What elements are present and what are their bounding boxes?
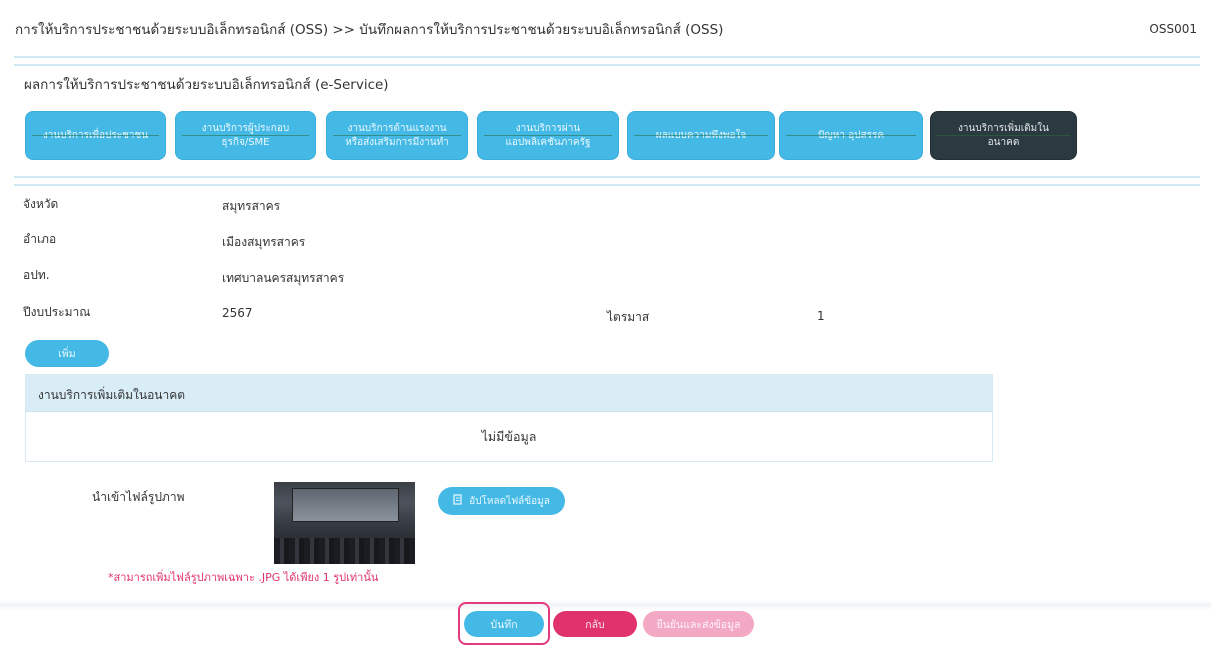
lao-value: เทศบาลนครสมุทรสาคร (222, 271, 345, 285)
empty-state-text: ไม่มีข้อมูล (481, 429, 537, 444)
tab-label-line: งานบริการเพิ่มเติมใน (958, 123, 1049, 134)
upload-note: *สามารถเพิ่มไฟล์รูปภาพเฉพาะ .JPG ได้เพีย… (108, 571, 379, 584)
thumbnail-audience-shape (274, 538, 415, 564)
fiscal-year-label: ปีงบประมาณ (23, 305, 91, 319)
tab-label: งานบริการด้านแรงงานหรือส่งเสริมการมีงานท… (333, 122, 461, 149)
tab-labour[interactable]: งานบริการด้านแรงงานหรือส่งเสริมการมีงานท… (326, 111, 468, 160)
tab-label-line: ธุรกิจ/SME (221, 136, 270, 148)
tab-label: งานบริการผู้ประกอบธุรกิจ/SME (190, 122, 301, 149)
quarter-value: 1 (817, 309, 825, 323)
district-label: อำเภอ (23, 232, 57, 246)
tab-gov-app[interactable]: งานบริการผ่านแอปพลิเคชันภาครัฐ (477, 111, 619, 160)
tab-future-services[interactable]: งานบริการเพิ่มเติมในอนาคต (930, 111, 1077, 160)
tab-label-line: งานบริการผ่าน (515, 123, 581, 134)
confirm-submit-button[interactable]: ยืนยันและส่งข้อมูล (643, 611, 754, 637)
tab-label-line: งานบริการผู้ประกอบ (201, 123, 290, 134)
save-button[interactable]: บันทึก (464, 611, 544, 637)
thumbnail-screen-shape (292, 488, 399, 522)
lao-label: อปท. (23, 268, 50, 282)
panel-title: ผลการให้บริการประชาชนด้วยระบบอิเล็กทรอนิ… (24, 77, 389, 93)
screen-code: OSS001 (1149, 22, 1197, 36)
fiscal-year-value: 2567 (222, 306, 253, 320)
tab-public-service[interactable]: งานบริการเพื่อประชาชน (25, 111, 166, 160)
upload-file-icon (453, 494, 463, 508)
tab-label-line: แอปพลิเคชันภาครัฐ (505, 136, 591, 148)
table-header-label: งานบริการเพิ่มเติมในอนาคต (38, 388, 186, 402)
top-bar: การให้บริการประชาชนด้วยระบบอิเล็กทรอนิกส… (0, 0, 1211, 58)
eservice-panel: ผลการให้บริการประชาชนด้วยระบบอิเล็กทรอนิ… (14, 64, 1200, 178)
quarter-label: ไตรมาส (607, 310, 650, 324)
tab-satisfaction[interactable]: ผลแบบความพึงพอใจ (627, 111, 775, 160)
tab-label-line: ผลแบบความพึงพอใจ (655, 129, 747, 141)
tab-label-line: อนาคต (987, 136, 1020, 148)
tab-label: งานบริการเพิ่มเติมในอนาคต (946, 122, 1061, 149)
future-services-table: งานบริการเพิ่มเติมในอนาคต ไม่มีข้อมูล (25, 374, 993, 462)
tab-label-line: งานบริการเพื่อประชาชน (42, 129, 149, 141)
image-upload-label: นำเข้าไฟล์รูปภาพ (92, 490, 185, 504)
tab-label-line: หรือส่งเสริมการมีงานทำ (345, 136, 449, 148)
tab-problems[interactable]: ปัญหา อุปสรรค (779, 111, 923, 160)
breadcrumb: การให้บริการประชาชนด้วยระบบอิเล็กทรอนิกส… (15, 22, 724, 38)
upload-file-button[interactable]: อัปโหลดไฟล์ข้อมูล (438, 487, 565, 515)
table-header: งานบริการเพิ่มเติมในอนาคต (26, 375, 992, 412)
tab-label: งานบริการเพื่อประชาชน (31, 129, 160, 143)
tab-label: งานบริการผ่านแอปพลิเคชันภาครัฐ (493, 122, 602, 149)
divider (14, 184, 1200, 186)
divider (0, 600, 1211, 610)
tab-label: ผลแบบความพึงพอใจ (644, 129, 758, 143)
tab-label-line: งานบริการด้านแรงงาน (347, 123, 447, 134)
tab-business-sme[interactable]: งานบริการผู้ประกอบธุรกิจ/SME (175, 111, 316, 160)
divider (14, 56, 1200, 58)
district-value: เมืองสมุทรสาคร (222, 235, 306, 249)
province-label: จังหวัด (23, 197, 59, 211)
back-button[interactable]: กลับ (553, 611, 637, 637)
upload-file-label: อัปโหลดไฟล์ข้อมูล (469, 495, 550, 507)
tab-label: ปัญหา อุปสรรค (806, 129, 896, 143)
province-value: สมุทรสาคร (222, 199, 281, 213)
tab-label-line: ปัญหา อุปสรรค (817, 129, 885, 141)
uploaded-image-thumbnail[interactable] (274, 482, 415, 564)
add-button[interactable]: เพิ่ม (25, 340, 109, 367)
